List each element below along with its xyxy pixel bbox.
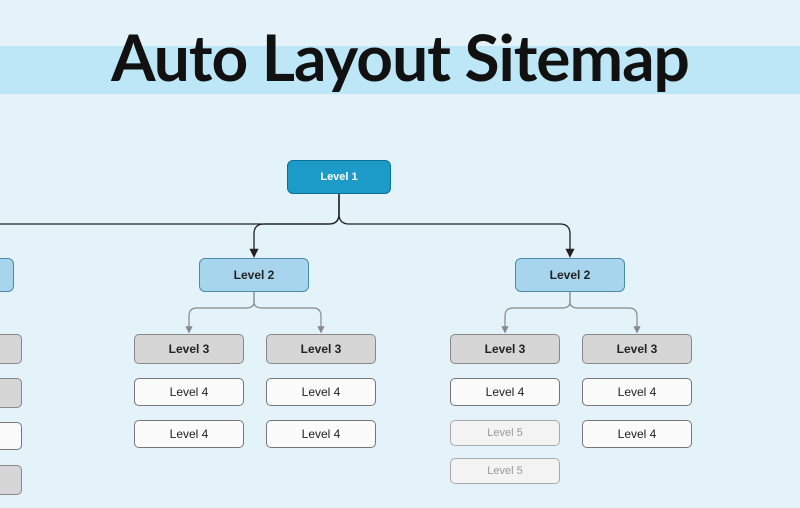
- node-level-3-cut[interactable]: Level 3: [0, 334, 22, 364]
- node-level-3[interactable]: Level 3: [582, 334, 692, 364]
- node-level-1[interactable]: Level 1: [287, 160, 391, 194]
- node-level-3-cut[interactable]: Level 3: [0, 378, 22, 408]
- node-level-5[interactable]: Level 5: [450, 458, 560, 484]
- node-level-3[interactable]: Level 3: [266, 334, 376, 364]
- node-level-3[interactable]: Level 3: [134, 334, 244, 364]
- node-level-4-cut[interactable]: Level 4: [0, 422, 22, 450]
- node-level-2[interactable]: Level 2: [199, 258, 309, 292]
- page-title: Auto Layout Sitemap: [0, 18, 800, 95]
- node-level-4[interactable]: Level 4: [266, 420, 376, 448]
- node-level-4[interactable]: Level 4: [134, 378, 244, 406]
- node-level-4[interactable]: Level 4: [582, 420, 692, 448]
- node-level-3[interactable]: Level 3: [450, 334, 560, 364]
- node-level-4[interactable]: Level 4: [450, 378, 560, 406]
- node-level-4[interactable]: Level 4: [582, 378, 692, 406]
- node-level-2[interactable]: Level 2: [515, 258, 625, 292]
- node-level-5[interactable]: Level 5: [450, 420, 560, 446]
- node-level-4[interactable]: Level 4: [266, 378, 376, 406]
- node-level-4[interactable]: Level 4: [134, 420, 244, 448]
- node-level-3-cut[interactable]: Level 3: [0, 465, 22, 495]
- node-level-2-cut[interactable]: Level 2: [0, 258, 14, 292]
